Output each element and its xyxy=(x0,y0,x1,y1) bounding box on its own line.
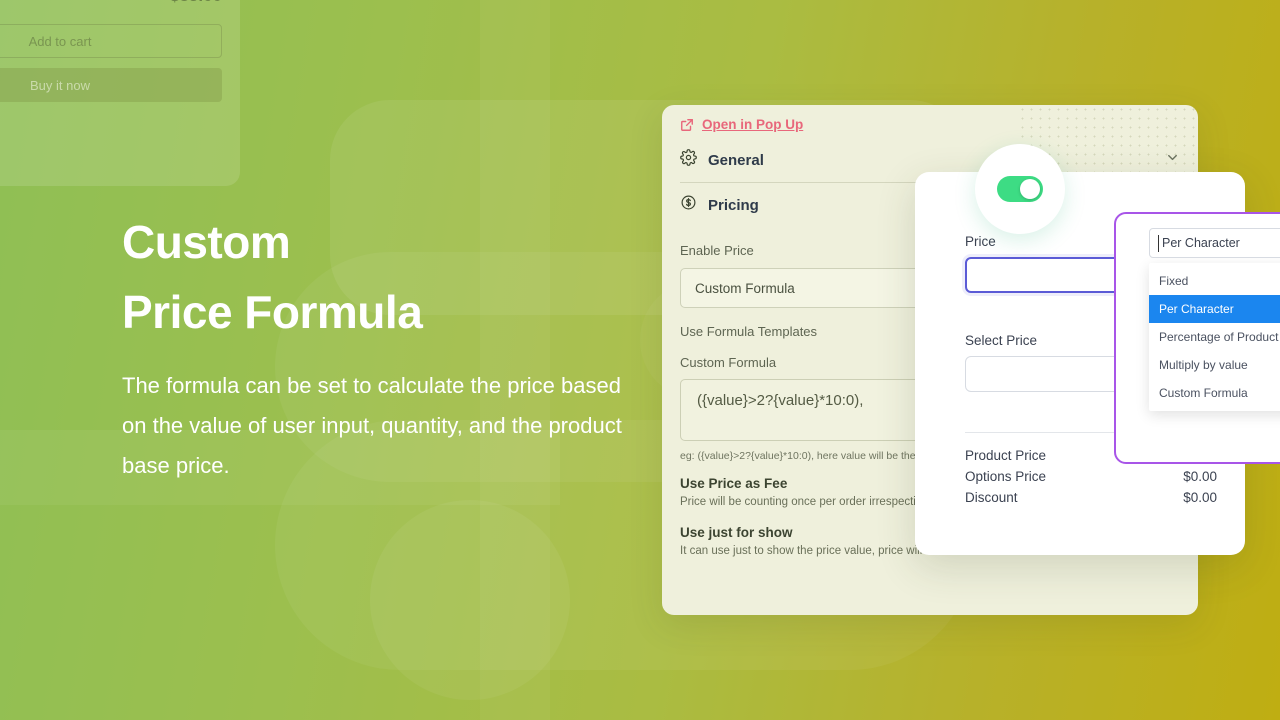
add-to-cart-button[interactable]: Add to cart xyxy=(0,24,222,58)
summary-value: $0.00 xyxy=(1183,490,1217,505)
open-in-popup-label: Open in Pop Up xyxy=(702,117,804,132)
dropdown-options-list: Fixed Per Character Percentage of Produc… xyxy=(1149,263,1280,411)
summary-row-discount: Discount $0.00 xyxy=(965,487,1217,508)
dropdown-option-per-character[interactable]: Per Character xyxy=(1149,295,1280,323)
text-caret xyxy=(1158,235,1159,252)
summary-label: Product Price xyxy=(965,448,1047,463)
external-link-icon xyxy=(680,118,694,132)
storefront-total-row: Total $35.00 xyxy=(0,0,222,6)
gear-icon xyxy=(680,149,697,171)
dropdown-input-value: Per Character xyxy=(1162,236,1240,250)
section-label-general: General xyxy=(708,151,764,169)
dropdown-search-input[interactable]: Per Character xyxy=(1149,228,1280,258)
page-title-line-2: Price Formula xyxy=(122,285,423,338)
section-label-pricing: Pricing xyxy=(708,196,759,214)
summary-value: $0.00 xyxy=(1183,469,1217,484)
dollar-circle-icon xyxy=(680,194,697,216)
dropdown-option-fixed[interactable]: Fixed xyxy=(1149,267,1280,295)
hero-description: The formula can be set to calculate the … xyxy=(122,372,622,478)
dropdown-option-custom-formula[interactable]: Custom Formula xyxy=(1149,379,1280,407)
page-title-line-1: Custom xyxy=(122,216,291,268)
dropdown-option-multiply-by-value[interactable]: Multiply by value xyxy=(1149,351,1280,379)
hero-text-block: Custom Price Formula The formula can be … xyxy=(122,208,642,486)
enable-price-toggle[interactable] xyxy=(997,176,1043,202)
price-type-dropdown-card: Per Character Fixed Per Character Percen… xyxy=(1114,212,1280,464)
price-type-select-value: Custom Formula xyxy=(695,280,795,296)
summary-row-options-price: Options Price $0.00 xyxy=(965,466,1217,487)
dropdown-option-percentage-of-product-price[interactable]: Percentage of Product Price xyxy=(1149,323,1280,351)
storefront-total-value: $35.00 xyxy=(170,0,222,6)
summary-label: Options Price xyxy=(965,469,1047,484)
deco-circle-1 xyxy=(370,500,570,700)
buy-it-now-button[interactable]: Buy it now xyxy=(0,68,222,102)
chevron-down-icon[interactable] xyxy=(1165,150,1180,170)
page-title: Custom Price Formula xyxy=(122,208,642,348)
enable-price-toggle-badge xyxy=(975,144,1065,234)
summary-label: Discount xyxy=(965,490,1018,505)
custom-formula-value: ({value}>2?{value}*10:0), xyxy=(697,392,864,409)
storefront-summary-card: Options Price $10.00 Product Price $25.0… xyxy=(0,0,240,186)
open-in-popup-link[interactable]: Open in Pop Up xyxy=(680,105,1180,138)
